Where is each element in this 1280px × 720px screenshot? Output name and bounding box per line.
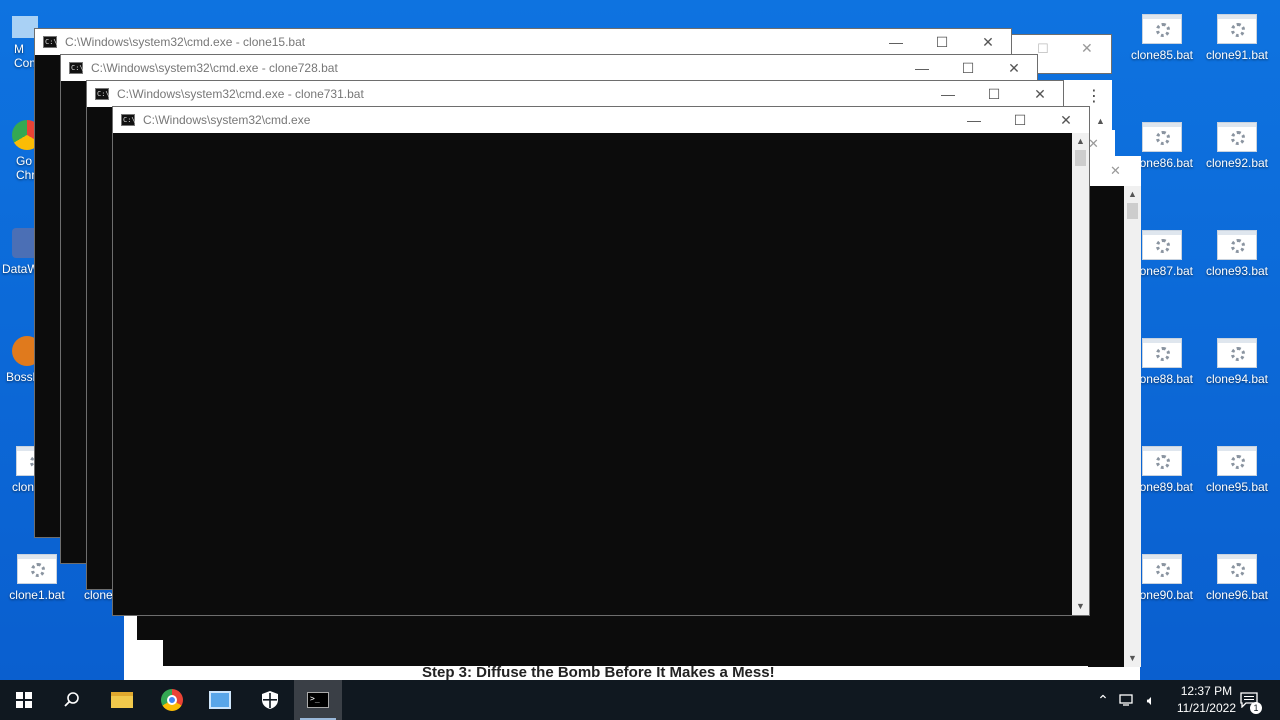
batch-file-icon	[1217, 338, 1257, 368]
close-button[interactable]: ✕	[965, 29, 1011, 55]
title-bar[interactable]: C:\ C:\Windows\system32\cmd.exe — ☐ ✕	[113, 107, 1089, 133]
desktop-icon-label: clone91.bat	[1205, 48, 1269, 62]
console-output[interactable]: ▲ ▼	[113, 133, 1089, 615]
minimize-button[interactable]: —	[873, 29, 919, 55]
title-bar[interactable]: C:\ C:\Windows\system32\cmd.exe - clone7…	[87, 81, 1063, 107]
batch-file-icon	[1142, 338, 1182, 368]
batch-file-icon	[1217, 446, 1257, 476]
search-button[interactable]	[48, 680, 96, 720]
desktop-icon-label: clone96.bat	[1205, 588, 1269, 602]
desktop-icon-clone94[interactable]: clone94.bat	[1202, 338, 1272, 386]
scroll-up-icon[interactable]: ▲	[1124, 186, 1141, 203]
batch-file-icon	[1142, 230, 1182, 260]
background-window-edge: ✕ ▲ ▼	[1088, 156, 1141, 667]
step-heading: Step 3: Diffuse the Bomb Before It Makes…	[422, 664, 775, 680]
start-button[interactable]	[0, 680, 48, 720]
notification-center[interactable]: 1	[1236, 680, 1262, 720]
scroll-down-icon[interactable]: ▼	[1072, 598, 1089, 615]
desktop-icon-clone91[interactable]: clone91.bat	[1202, 14, 1272, 62]
batch-file-icon	[1217, 14, 1257, 44]
desktop: M Com Go Chr DataW Bossl clon clone1.bat…	[0, 0, 1280, 680]
window-title: C:\Windows\system32\cmd.exe - clone15.ba…	[65, 35, 306, 49]
batch-file-icon	[1217, 230, 1257, 260]
desktop-icon-label: clone93.bat	[1205, 264, 1269, 278]
clock-time: 12:37 PM	[1180, 684, 1233, 698]
desktop-icon-label: clone95.bat	[1205, 480, 1269, 494]
folder-icon	[111, 692, 133, 708]
windows-icon	[16, 692, 32, 708]
close-icon[interactable]: ✕	[1081, 40, 1093, 57]
maximize-button[interactable]: ☐	[945, 55, 991, 81]
show-hidden-icons[interactable]: ⌃	[1091, 680, 1115, 720]
cmd-icon: C:\	[121, 114, 136, 126]
more-options-icon[interactable]: ⋮	[1086, 86, 1102, 106]
network-icon	[1119, 694, 1133, 706]
maximize-button[interactable]: ☐	[919, 29, 965, 55]
search-icon	[64, 692, 79, 707]
desktop-icon-label: clone85.bat	[1130, 48, 1194, 62]
scroll-down-icon[interactable]: ▼	[1124, 650, 1141, 667]
batch-file-icon	[1142, 446, 1182, 476]
title-bar[interactable]: C:\ C:\Windows\system32\cmd.exe - clone1…	[35, 29, 1011, 55]
window-title: C:\Windows\system32\cmd.exe - clone731.b…	[117, 87, 364, 101]
cmd-icon: C:\	[69, 62, 84, 74]
close-button[interactable]: ✕	[1017, 81, 1063, 107]
taskbar-app[interactable]	[196, 680, 244, 720]
desktop-icon-label: clone94.bat	[1205, 372, 1269, 386]
vertical-scrollbar[interactable]: ▲ ▼	[1124, 186, 1141, 667]
taskbar: >_ ⌃ 🔈︎ 12:37 PM 11/21/2022 1	[0, 680, 1280, 720]
cmd-icon: C:\	[95, 88, 110, 100]
cmd-icon: >_	[307, 692, 329, 708]
minimize-button[interactable]: —	[925, 81, 971, 107]
title-bar[interactable]: C:\ C:\Windows\system32\cmd.exe - clone7…	[61, 55, 1037, 81]
close-button[interactable]: ✕	[991, 55, 1037, 81]
taskbar-security[interactable]	[246, 680, 294, 720]
batch-file-icon	[1217, 122, 1257, 152]
cmd-icon: C:\	[43, 36, 58, 48]
batch-file-icon	[17, 554, 57, 584]
cmd-window-front[interactable]: C:\ C:\Windows\system32\cmd.exe — ☐ ✕ ▲ …	[112, 106, 1090, 616]
scroll-thumb[interactable]	[1075, 150, 1086, 166]
taskbar-cmd[interactable]: >_	[294, 680, 342, 720]
desktop-icon-clone85[interactable]: clone85.bat	[1127, 14, 1197, 62]
maximize-icon: ☐	[1037, 41, 1049, 56]
chevron-up-icon: ⌃	[1097, 691, 1109, 708]
maximize-button[interactable]: ☐	[997, 107, 1043, 133]
vertical-scrollbar[interactable]: ▲ ▼	[1072, 133, 1089, 615]
desktop-icon-label: clone92.bat	[1205, 156, 1269, 170]
taskbar-file-explorer[interactable]	[98, 680, 146, 720]
minimize-button[interactable]: —	[899, 55, 945, 81]
desktop-icon-clone92[interactable]: clone92.bat	[1202, 122, 1272, 170]
batch-file-icon	[1142, 14, 1182, 44]
app-window-icon	[209, 691, 231, 709]
network-tray[interactable]	[1115, 680, 1139, 720]
taskbar-chrome[interactable]	[148, 680, 196, 720]
clock[interactable]: 12:37 PM 11/21/2022	[1177, 683, 1236, 717]
desktop-icon-clone95[interactable]: clone95.bat	[1202, 446, 1272, 494]
window-title: C:\Windows\system32\cmd.exe - clone728.b…	[91, 61, 338, 75]
batch-file-icon	[1142, 554, 1182, 584]
scroll-up-icon[interactable]: ▲	[1096, 116, 1105, 126]
close-button[interactable]: ✕	[1043, 107, 1089, 133]
volume-tray[interactable]: 🔈︎	[1139, 680, 1163, 720]
desktop-icon-clone96[interactable]: clone96.bat	[1202, 554, 1272, 602]
desktop-icon-label: clone1.bat	[9, 588, 65, 602]
batch-file-icon	[1142, 122, 1182, 152]
minimize-button[interactable]: —	[951, 107, 997, 133]
speaker-icon: 🔈︎	[1146, 691, 1156, 708]
window-title: C:\Windows\system32\cmd.exe	[143, 113, 311, 127]
scroll-up-icon[interactable]: ▲	[1072, 133, 1089, 150]
chrome-icon	[161, 689, 183, 711]
clock-date: 11/21/2022	[1176, 701, 1236, 715]
notification-badge: 1	[1250, 702, 1262, 714]
desktop-icon-clone93[interactable]: clone93.bat	[1202, 230, 1272, 278]
maximize-button[interactable]: ☐	[971, 81, 1017, 107]
close-icon[interactable]: ✕	[1110, 163, 1121, 179]
shield-icon	[262, 691, 278, 709]
batch-file-icon	[1217, 554, 1257, 584]
